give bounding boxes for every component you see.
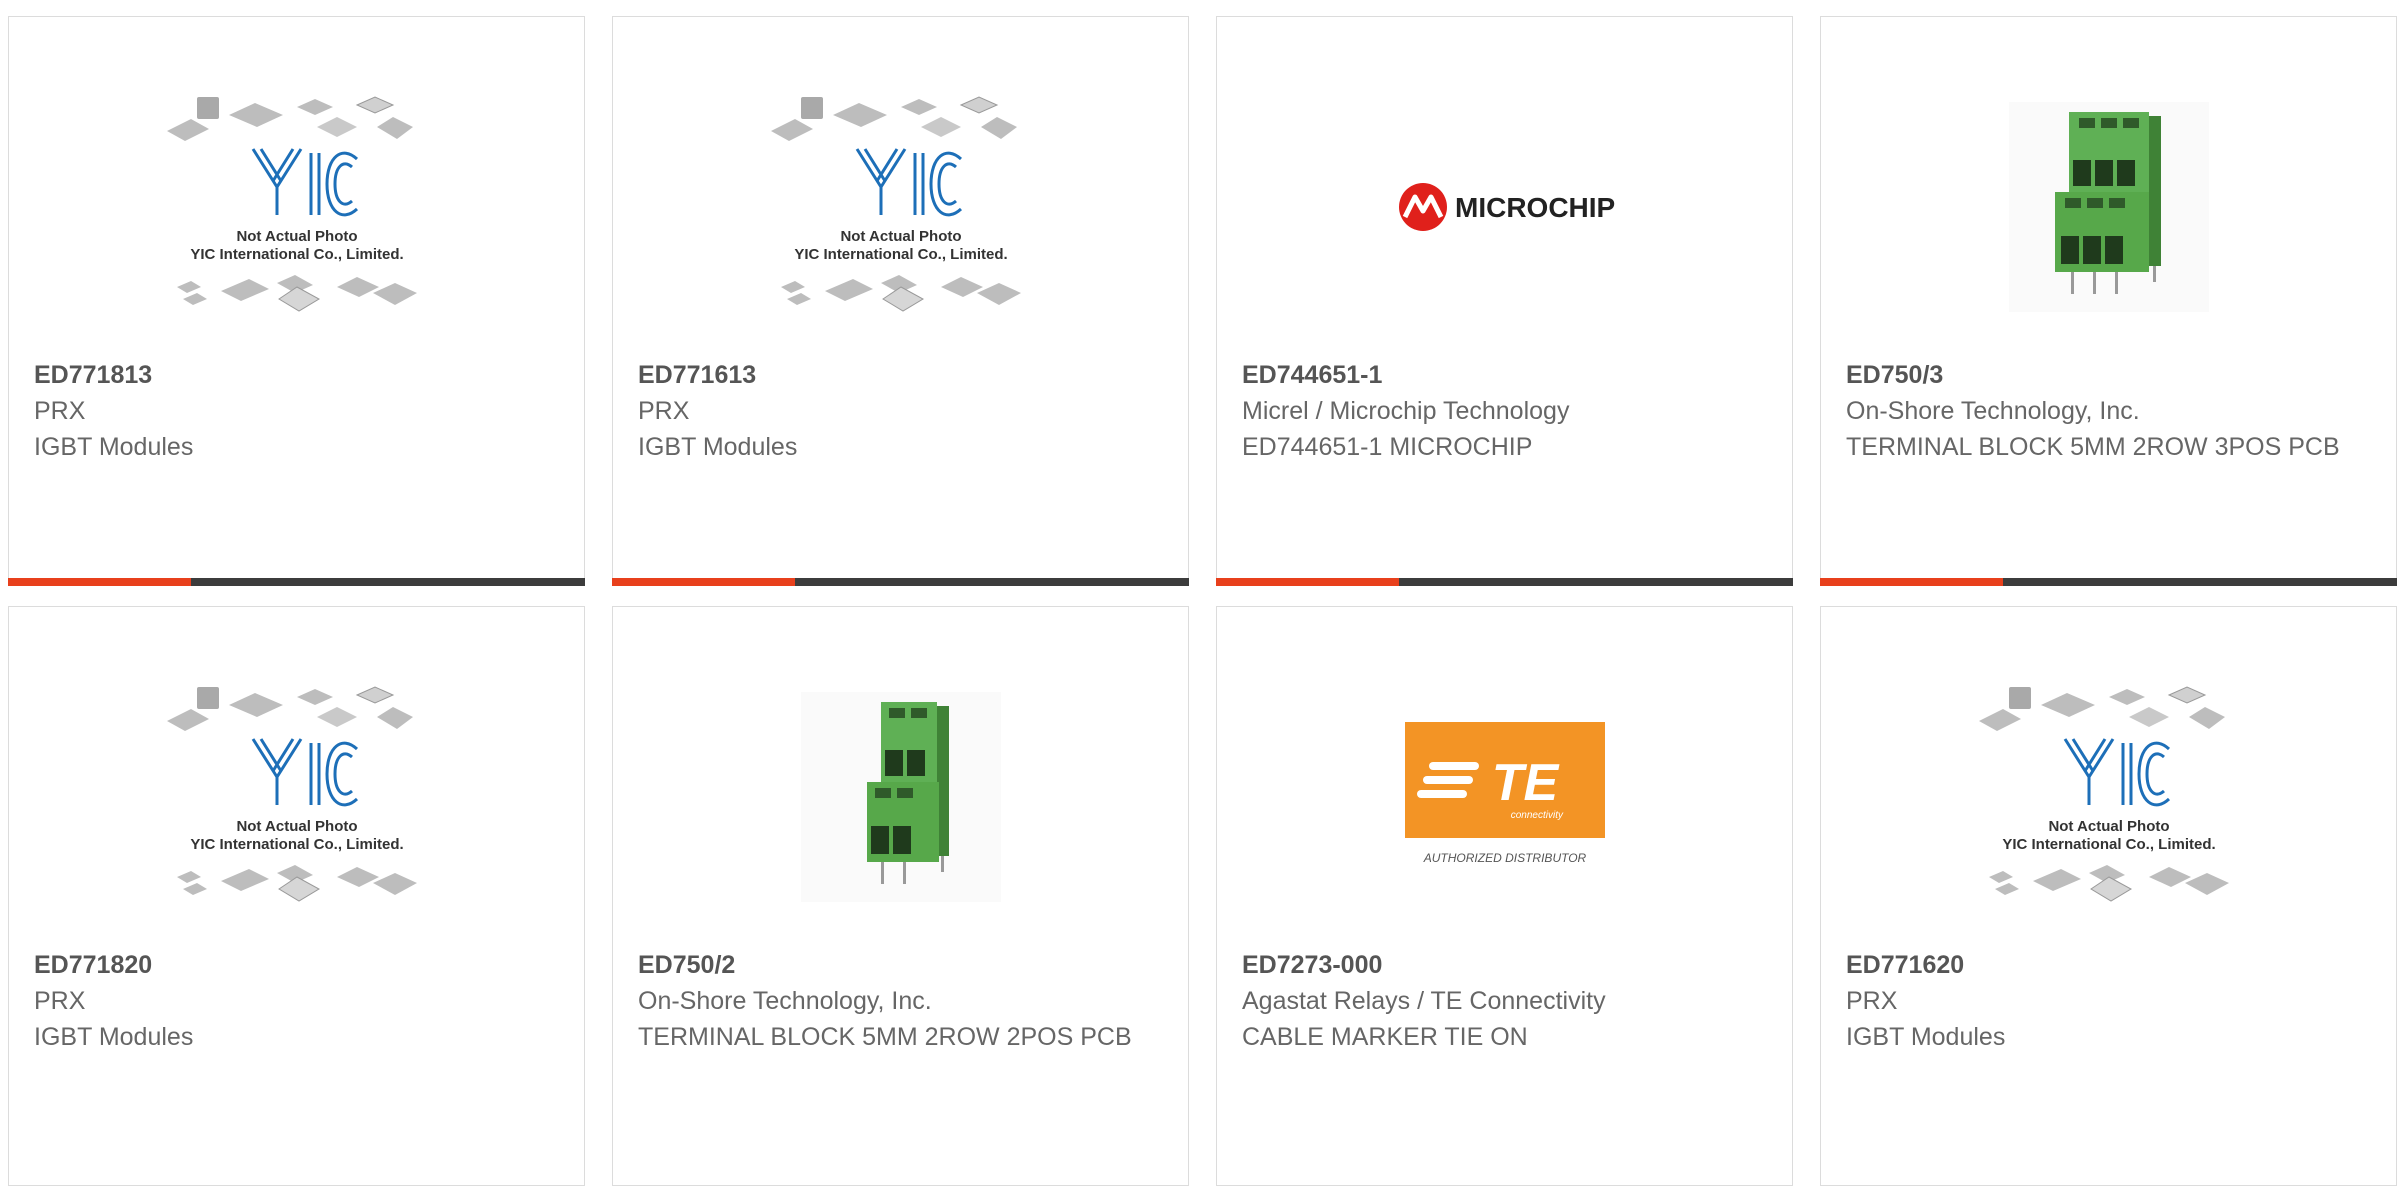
part-number[interactable]: ED750/3 <box>1846 357 2371 393</box>
part-number[interactable]: ED771613 <box>638 357 1163 393</box>
product-card[interactable]: Not Actual Photo YIC International Co., … <box>612 16 1189 586</box>
svg-text:connectivity: connectivity <box>1510 810 1563 821</box>
card-accent-bar <box>612 578 795 586</box>
product-card[interactable]: Not Actual Photo YIC International Co., … <box>8 606 585 1186</box>
svg-text:TE: TE <box>1491 754 1559 812</box>
product-card[interactable]: Not Actual Photo YIC International Co., … <box>1820 606 2397 1186</box>
description: IGBT Modules <box>34 1023 194 1051</box>
manufacturer: On-Shore Technology, Inc. <box>638 987 932 1015</box>
te-connectivity-logo-icon: TE connectivity AUTHORIZED DISTRIBUTOR <box>1404 722 1605 865</box>
card-bottom-bar <box>612 578 1189 586</box>
microchip-logo-icon: MICROCHIP <box>1398 183 1615 231</box>
product-card[interactable]: ED750/3 On-Shore Technology, Inc. TERMIN… <box>1820 16 2397 586</box>
part-number[interactable]: ED7273-000 <box>1242 947 1767 983</box>
product-card[interactable]: TE connectivity AUTHORIZED DISTRIBUTOR E… <box>1216 606 1793 1186</box>
part-number[interactable]: ED771820 <box>34 947 559 983</box>
product-image: Not Actual Photo YIC International Co., … <box>613 57 1188 357</box>
card-accent-bar <box>1820 578 2003 586</box>
product-grid: Not Actual Photo YIC International Co., … <box>0 0 2400 1186</box>
manufacturer: Agastat Relays / TE Connectivity <box>1242 987 1606 1015</box>
svg-text:Not Actual Photo: Not Actual Photo <box>840 228 961 245</box>
card-bottom-bar <box>8 578 585 586</box>
svg-text:Not Actual Photo: Not Actual Photo <box>2048 818 2169 835</box>
card-accent-bar <box>8 578 191 586</box>
product-image: Not Actual Photo YIC International Co., … <box>9 57 584 357</box>
placeholder-photo-icon: Not Actual Photo YIC International Co., … <box>166 96 417 312</box>
manufacturer: PRX <box>34 397 86 425</box>
description: IGBT Modules <box>34 433 194 461</box>
product-image <box>1821 57 2396 357</box>
svg-text:YIC International Co., Limited: YIC International Co., Limited. <box>190 246 403 263</box>
description: TERMINAL BLOCK 5MM 2ROW 2POS PCB <box>638 1023 1132 1051</box>
svg-text:YIC International Co., Limited: YIC International Co., Limited. <box>794 246 1007 263</box>
svg-text:MICROCHIP: MICROCHIP <box>1455 192 1615 223</box>
product-image: Not Actual Photo YIC International Co., … <box>9 647 584 947</box>
description: TERMINAL BLOCK 5MM 2ROW 3POS PCB <box>1846 433 2340 461</box>
product-card[interactable]: Not Actual Photo YIC International Co., … <box>8 16 585 586</box>
description: IGBT Modules <box>638 433 798 461</box>
terminal-block-icon <box>800 692 1001 902</box>
manufacturer: PRX <box>34 987 86 1015</box>
product-card[interactable]: ED750/2 On-Shore Technology, Inc. TERMIN… <box>612 606 1189 1186</box>
manufacturer: Micrel / Microchip Technology <box>1242 397 1570 425</box>
card-bottom-bar <box>1820 578 2397 586</box>
placeholder-photo-icon: Not Actual Photo YIC International Co., … <box>166 686 417 902</box>
product-image: TE connectivity AUTHORIZED DISTRIBUTOR <box>1217 647 1792 947</box>
product-card[interactable]: MICROCHIP ED744651-1 Micrel / Microchip … <box>1216 16 1793 586</box>
part-number[interactable]: ED750/2 <box>638 947 1163 983</box>
description: CABLE MARKER TIE ON <box>1242 1023 1528 1051</box>
description: IGBT Modules <box>1846 1023 2006 1051</box>
product-image <box>613 647 1188 947</box>
manufacturer: On-Shore Technology, Inc. <box>1846 397 2140 425</box>
card-bottom-bar <box>1216 578 1793 586</box>
placeholder-photo-icon: Not Actual Photo YIC International Co., … <box>1978 686 2229 902</box>
card-accent-bar <box>1216 578 1399 586</box>
part-number[interactable]: ED744651-1 <box>1242 357 1767 393</box>
manufacturer: PRX <box>638 397 690 425</box>
placeholder-photo-icon: Not Actual Photo YIC International Co., … <box>770 96 1021 312</box>
svg-text:AUTHORIZED DISTRIBUTOR: AUTHORIZED DISTRIBUTOR <box>1422 851 1586 865</box>
product-image: Not Actual Photo YIC International Co., … <box>1821 647 2396 947</box>
part-number[interactable]: ED771813 <box>34 357 559 393</box>
product-image: MICROCHIP <box>1217 57 1792 357</box>
manufacturer: PRX <box>1846 987 1898 1015</box>
terminal-block-icon <box>2008 102 2209 312</box>
part-number[interactable]: ED771620 <box>1846 947 2371 983</box>
description: ED744651-1 MICROCHIP <box>1242 433 1533 461</box>
svg-text:Not Actual Photo: Not Actual Photo <box>236 228 357 245</box>
svg-text:Not Actual Photo: Not Actual Photo <box>236 818 357 835</box>
svg-text:YIC International Co., Limited: YIC International Co., Limited. <box>190 836 403 853</box>
svg-text:YIC International Co., Limited: YIC International Co., Limited. <box>2002 836 2215 853</box>
